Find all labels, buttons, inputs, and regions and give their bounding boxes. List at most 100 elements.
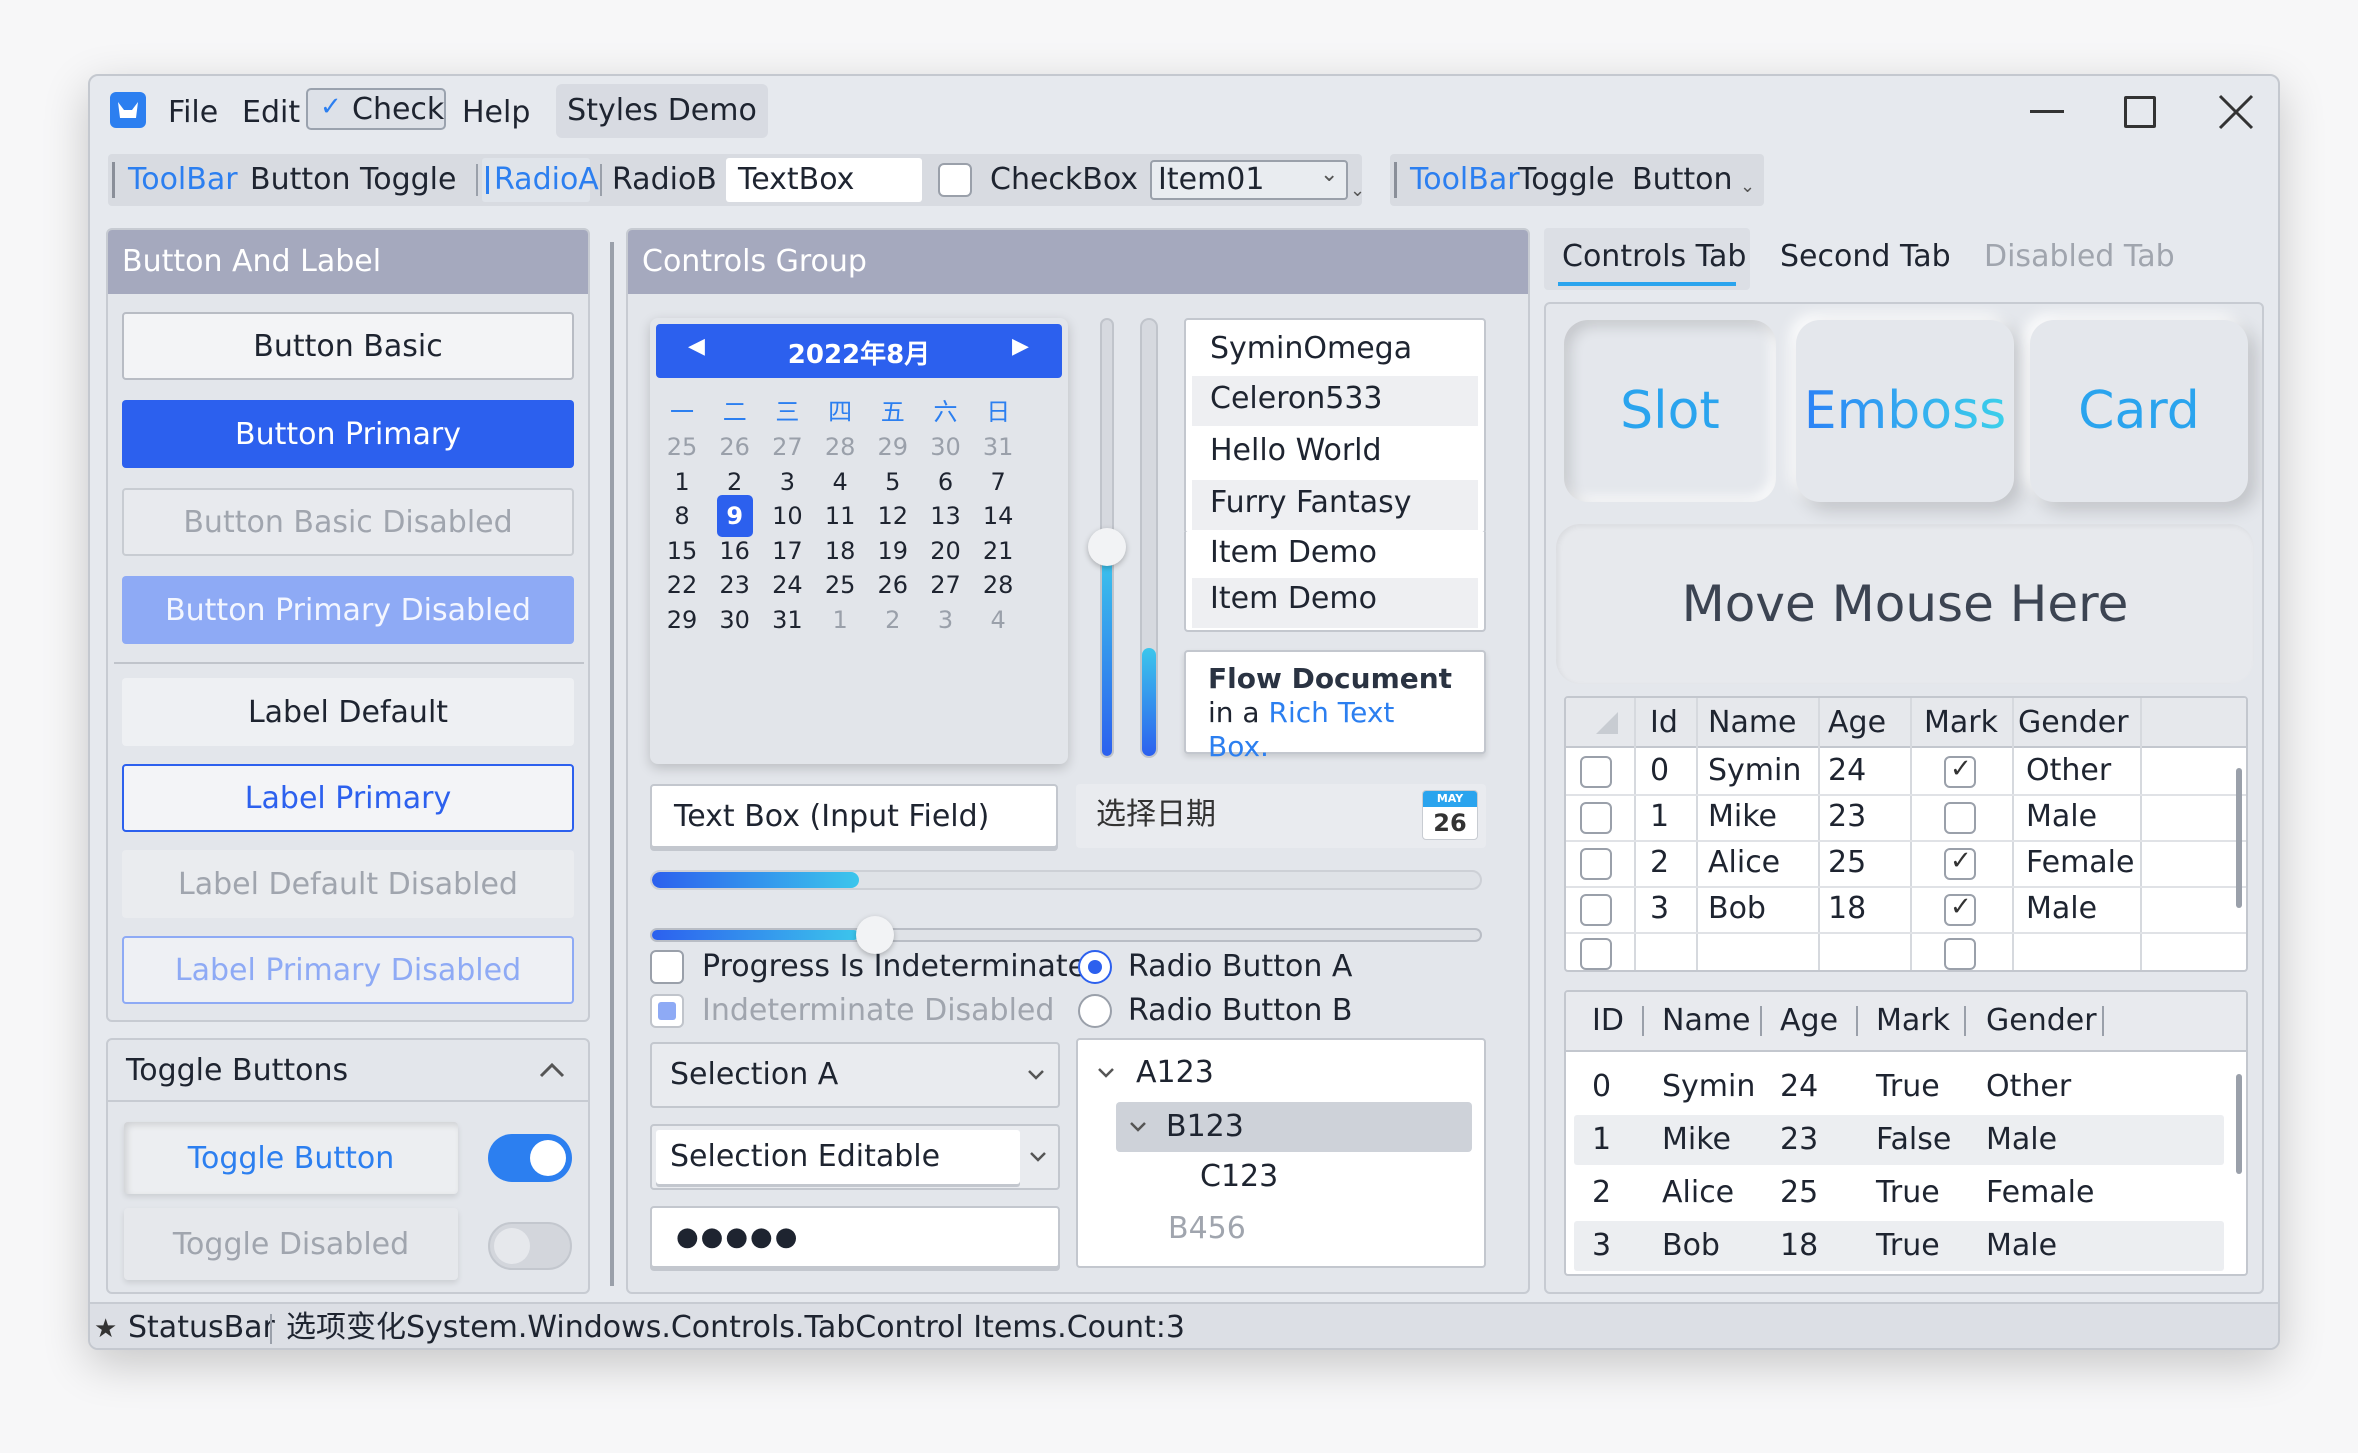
grid-cell[interactable]: 24 — [1828, 752, 1866, 790]
listview-header-cell[interactable]: ID — [1592, 1002, 1624, 1040]
calendar-day[interactable]: 1 — [656, 465, 708, 499]
listview-cell[interactable]: 18 — [1780, 1227, 1818, 1265]
calendar-day[interactable]: 8 — [656, 499, 708, 533]
calendar-day[interactable]: 26 — [867, 568, 919, 602]
listview-header-cell[interactable]: Name — [1662, 1002, 1751, 1040]
list-item[interactable]: Item Demo — [1192, 532, 1478, 582]
listview-cell[interactable]: Male — [1986, 1227, 2057, 1265]
listview-cell[interactable]: Bob — [1662, 1227, 1720, 1265]
calendar-day[interactable]: 26 — [709, 430, 761, 464]
listview-cell[interactable]: 23 — [1780, 1121, 1818, 1159]
calendar-day[interactable]: 1 — [814, 603, 866, 637]
listview-cell[interactable]: True — [1876, 1174, 1940, 1212]
listview-cell[interactable]: Mike — [1662, 1121, 1731, 1159]
grid-cell[interactable]: Other — [2026, 752, 2111, 790]
grid-header-cell[interactable]: Name — [1708, 704, 1797, 742]
toolbar-checkbox[interactable] — [938, 163, 972, 197]
listview-cell[interactable]: 1 — [1592, 1121, 1611, 1159]
calendar-day[interactable]: 11 — [814, 499, 866, 533]
grid-cell[interactable]: 23 — [1828, 798, 1866, 836]
list-item[interactable]: Celeron533 — [1192, 376, 1478, 426]
calendar-day[interactable]: 24 — [761, 568, 813, 602]
listview-cell[interactable]: 24 — [1780, 1068, 1818, 1106]
calendar-day[interactable]: 23 — [709, 568, 761, 602]
mark-checkbox[interactable]: ✓ — [1944, 846, 1976, 880]
grid-cell[interactable]: Mike — [1708, 798, 1777, 836]
mark-checkbox[interactable] — [1944, 802, 1976, 834]
calendar-day[interactable]: 29 — [867, 430, 919, 464]
toggle-panel-header[interactable]: Toggle Buttons — [108, 1040, 588, 1102]
toolbar-toggle[interactable]: Toggle — [360, 161, 456, 199]
toolbar-textbox[interactable]: TextBox — [726, 158, 922, 202]
card-card[interactable]: Card — [2030, 320, 2248, 502]
listview-header-cell[interactable]: Mark — [1876, 1002, 1950, 1040]
grid-select-all-icon[interactable] — [1596, 712, 1618, 734]
tree-item-a123[interactable]: A123 — [1136, 1054, 1214, 1092]
button-basic[interactable]: Button Basic — [122, 312, 574, 380]
calendar-day[interactable]: 2 — [867, 603, 919, 637]
toolbar2-button[interactable]: Button — [1632, 161, 1733, 199]
grid-cell[interactable]: Symin — [1708, 752, 1801, 790]
calendar-day[interactable]: 20 — [920, 534, 972, 568]
calendar-day[interactable]: 4 — [814, 465, 866, 499]
grid-cell[interactable]: 3 — [1650, 890, 1669, 928]
calendar-day[interactable]: 15 — [656, 534, 708, 568]
calendar-day[interactable]: 31 — [761, 603, 813, 637]
vertical-slider-thumb[interactable] — [1088, 528, 1126, 566]
calendar-day[interactable]: 10 — [761, 499, 813, 533]
button-primary[interactable]: Button Primary — [122, 400, 574, 468]
calendar-day[interactable]: 28 — [972, 568, 1024, 602]
move-mouse-area[interactable]: Move Mouse Here — [1556, 524, 2254, 684]
calendar-day[interactable]: 4 — [972, 603, 1024, 637]
listview-cell[interactable]: Alice — [1662, 1174, 1734, 1212]
grid-header-cell[interactable]: Id — [1650, 704, 1678, 742]
menu-check[interactable]: ✓ Check — [306, 88, 446, 130]
list-item[interactable]: Furry Fantasy — [1192, 480, 1478, 530]
radio-button-b[interactable] — [1078, 994, 1112, 1028]
radio-button-a[interactable] — [1078, 950, 1112, 984]
listview-cell[interactable]: True — [1876, 1068, 1940, 1106]
mark-checkbox[interactable]: ✓ — [1944, 892, 1976, 926]
grid-cell[interactable]: Male — [2026, 890, 2097, 928]
calendar-day[interactable]: 2 — [709, 465, 761, 499]
menu-edit[interactable]: Edit — [242, 94, 300, 132]
calendar-day[interactable]: 13 — [920, 499, 972, 533]
text-box-input[interactable]: Text Box (Input Field) — [650, 784, 1058, 848]
listview-scrollbar[interactable] — [2236, 1074, 2242, 1174]
calendar-day[interactable]: 16 — [709, 534, 761, 568]
toolbar-combo[interactable]: Item01 ⌄ — [1150, 160, 1348, 200]
calendar-day[interactable]: 6 — [920, 465, 972, 499]
calendar-day[interactable]: 7 — [972, 465, 1024, 499]
mark-checkbox[interactable]: ✓ — [1944, 754, 1976, 788]
tree-item-b123[interactable]: B123 — [1116, 1102, 1472, 1152]
toolbar-radio-a[interactable]: RadioA — [482, 158, 599, 202]
listview-cell[interactable]: Male — [1986, 1121, 2057, 1159]
combo-selection-editable[interactable]: Selection Editable — [650, 1124, 1060, 1190]
grid-header-cell[interactable]: Mark — [1924, 704, 1998, 742]
calendar-day[interactable]: 30 — [709, 603, 761, 637]
grid-header-cell[interactable]: Age — [1828, 704, 1886, 742]
toolbar-overflow-icon[interactable]: ⌄ — [1350, 180, 1365, 201]
calendar-title[interactable]: 2022年8月 — [656, 334, 1062, 371]
listview-header-cell[interactable]: Age — [1780, 1002, 1838, 1040]
tab-styles-demo[interactable]: Styles Demo — [556, 84, 768, 138]
combo-edit-box[interactable]: Selection Editable — [656, 1130, 1020, 1184]
row-select-checkbox[interactable] — [1580, 894, 1612, 926]
toggle-switch-on[interactable] — [488, 1134, 572, 1182]
grid-cell[interactable]: 2 — [1650, 844, 1669, 882]
grid-cell[interactable]: Alice — [1708, 844, 1780, 882]
calendar-day[interactable]: 12 — [867, 499, 919, 533]
new-row-checkbox[interactable] — [1580, 938, 1612, 970]
minimize-icon[interactable] — [2030, 110, 2064, 113]
list-item[interactable]: Hello World — [1192, 428, 1478, 478]
row-select-checkbox[interactable] — [1580, 756, 1612, 788]
calendar-day[interactable]: 31 — [972, 430, 1024, 464]
toolbar2-toggle[interactable]: Toggle — [1518, 161, 1614, 199]
calendar-day[interactable]: 30 — [920, 430, 972, 464]
menu-help[interactable]: Help — [462, 94, 530, 132]
row-select-checkbox[interactable] — [1580, 802, 1612, 834]
calendar-day[interactable]: 9 — [709, 499, 761, 533]
tab-second[interactable]: Second Tab — [1780, 238, 1951, 276]
toolbar2-overflow-icon[interactable]: ⌄ — [1740, 176, 1755, 197]
toolbar-radio-b[interactable]: RadioB — [612, 161, 717, 199]
